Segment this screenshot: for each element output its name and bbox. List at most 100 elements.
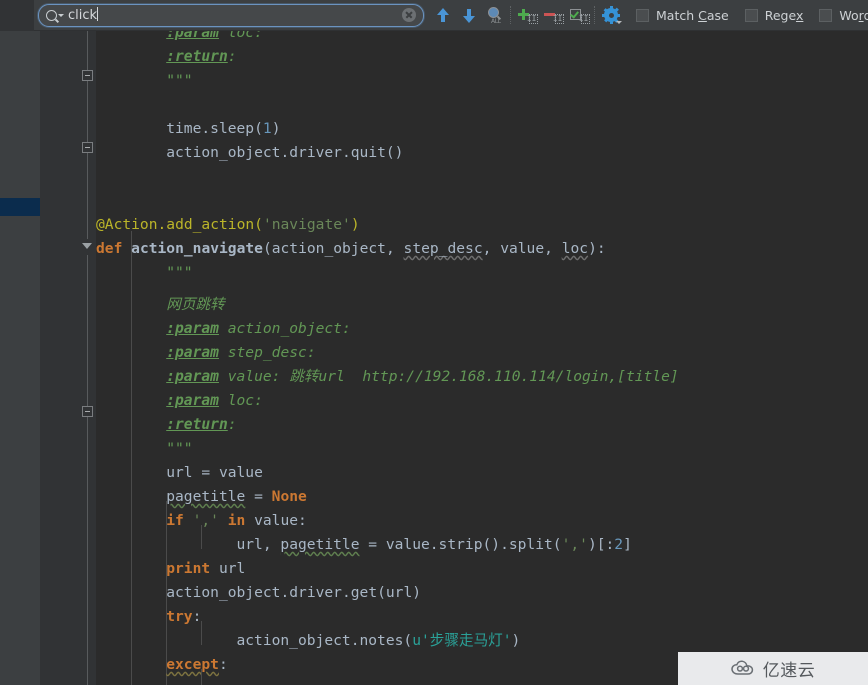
code-line[interactable]: def action_navigate(action_object, step_… [96,237,606,261]
code-token: action_object: [218,320,351,337]
search-input[interactable]: click [38,3,424,27]
code-line[interactable]: """ [166,69,192,93]
cloud-logo-icon [730,660,757,677]
search-input-value[interactable]: click [68,5,402,26]
regex-checkbox[interactable]: Regex [744,7,804,23]
find-previous-button[interactable] [430,2,456,28]
code-line[interactable]: :param loc: [166,389,263,413]
code-line[interactable]: except: [166,653,228,677]
editor-marker-bar[interactable] [0,31,40,685]
fold-marker-collapse-1[interactable] [82,70,93,81]
find-next-button[interactable] [456,2,482,28]
code-line[interactable]: pass [236,677,271,685]
regex-mnemonic: x [795,7,804,23]
fold-marker-collapse-2[interactable] [82,142,93,153]
plus-selection-icon: II [517,8,538,24]
code-token: action_navigate [131,240,263,257]
code-token: (action_object, [262,240,404,257]
words-label-pre: Wo [839,7,859,23]
code-token: ): [588,240,606,257]
arrow-down-icon [462,8,476,23]
remove-selection-label: II [552,13,563,23]
code-line[interactable]: action_object.driver.quit() [166,141,403,165]
code-line[interactable]: :return: [166,45,236,69]
fold-marker-method[interactable] [82,243,92,249]
code-line[interactable]: """ [166,261,192,285]
code-token: ] [623,536,632,553]
code-line[interactable]: @Action.add_action('navigate') [96,213,360,237]
code-token: """ [166,264,193,281]
checkbox-selection-icon: II [569,8,590,24]
code-token: pagetitle [280,536,360,553]
code-token: , value, [482,240,562,257]
editor-gutter[interactable] [40,31,96,685]
watermark: 亿速云 [678,652,868,685]
code-line[interactable]: action_object.notes(u'步骤走马灯') [236,629,520,653]
indent-guide [201,621,203,645]
chevron-down-icon[interactable] [58,13,64,17]
code-token: 网页跳转 [166,296,225,313]
code-token: loc [561,240,589,257]
text-caret [97,6,99,21]
code-token: step_desc [403,240,483,257]
regex-checkbox-box[interactable] [744,8,758,22]
code-editor[interactable]: :param loc::return: """ time.sleep(1) actio… [0,31,868,685]
marker-highlight-band[interactable] [0,198,40,216]
code-token: :param [166,344,219,361]
code-line[interactable]: print url [166,557,245,581]
code-content[interactable]: :param loc::return: """ time.sleep(1) actio… [96,31,868,685]
find-all-button[interactable]: ALL [482,2,508,28]
code-line[interactable]: url, pagetitle = value.strip().split(','… [236,533,631,557]
code-line[interactable]: if ',' in value: [166,509,307,533]
code-line[interactable]: :param value: 跳转url http://192.168.110.1… [166,365,678,389]
regex-label-pre: Rege [764,7,796,23]
code-token: ',' [561,536,588,553]
toolbar-separator [510,6,512,24]
code-line[interactable]: :return: [166,413,236,437]
code-token: url = value [166,464,263,481]
select-all-occurrences-button[interactable]: II [566,2,592,28]
match-case-checkbox[interactable]: Match Case [636,8,729,23]
find-settings-button[interactable] [598,2,624,28]
code-line[interactable]: :param loc: [166,31,263,45]
code-token: : [227,48,237,65]
add-selection-button[interactable]: II [514,2,540,28]
code-token: except [166,656,219,673]
match-case-checkbox-box[interactable] [636,8,649,22]
find-toolbar: click ALL II II II Match Case Regex Word [0,0,868,31]
code-token: time.sleep( [166,120,263,137]
code-token: = value.strip().split( [359,536,562,553]
code-line[interactable]: url = value [166,461,263,485]
code-token: pagetitle [166,488,246,505]
code-token: :param [166,320,219,337]
code-line[interactable]: try: [166,605,201,629]
fold-region-line-2 [87,255,88,685]
code-token: pass [236,680,271,685]
code-token: in [227,512,246,529]
remove-selection-button[interactable]: II [540,2,566,28]
code-line[interactable]: :param step_desc: [166,341,315,365]
fold-marker-collapse-3[interactable] [82,406,93,417]
code-line[interactable]: 网页跳转 [166,293,224,317]
code-line[interactable]: time.sleep(1) [166,117,280,141]
code-token: '步骤走马灯' [421,632,512,649]
code-token: 2 [614,536,624,553]
find-all-label: ALL [491,18,501,25]
code-token: :param [166,392,219,409]
code-line[interactable]: pagetitle = None [166,485,307,509]
code-line[interactable]: :param action_object: [166,317,351,341]
words-checkbox[interactable]: Words [819,8,868,23]
code-token: action_object.notes( [236,632,413,649]
code-token: """ [166,440,193,457]
magnifier-all-icon: ALL [487,7,503,25]
code-token: : [218,656,228,673]
code-line[interactable]: action_object.driver.get(url) [166,581,421,605]
code-line[interactable]: """ [166,437,192,461]
close-icon[interactable] [402,8,416,22]
code-token: step_desc: [218,344,316,361]
words-label: Words [839,8,868,23]
code-token: :param [166,31,219,41]
code-token: : [227,416,237,433]
search-icon[interactable] [42,5,68,26]
words-checkbox-box[interactable] [819,8,833,22]
